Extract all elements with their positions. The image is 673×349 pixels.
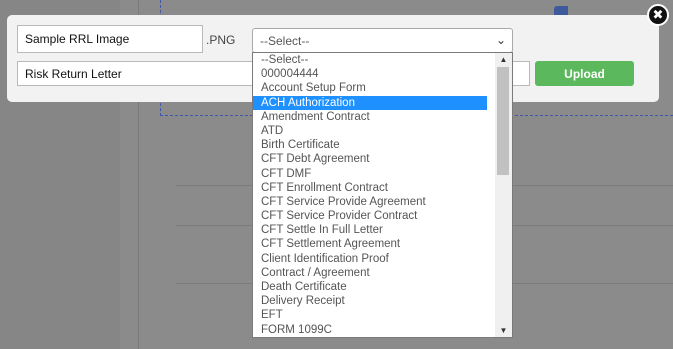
document-type-dropdown-list: --Select-- 000004444 Account Setup Form ACH… [252,52,513,338]
dropdown-option[interactable]: --Select-- [253,53,487,67]
upload-button[interactable]: Upload [535,61,634,86]
dropdown-option[interactable]: CFT Service Provide Agreement [253,195,487,209]
dropdown-option[interactable]: Contract / Agreement [253,266,487,280]
close-icon[interactable]: ✖ [647,4,669,26]
dropdown-scrollbar[interactable]: ▲ ▼ [495,53,512,337]
dropdown-option[interactable]: ACH Authorization [253,95,487,110]
document-type-select[interactable]: --Select-- ⌄ [252,28,513,53]
dropdown-option[interactable]: CFT Debt Agreement [253,152,487,166]
chevron-down-icon: ⌄ [495,33,506,47]
dropdown-option[interactable]: CFT Service Provider Contract [253,209,487,223]
dropdown-option[interactable]: CFT DMF [253,167,487,181]
dropdown-option[interactable]: Delivery Receipt [253,294,487,308]
scroll-thumb[interactable] [497,67,509,175]
dropdown-option[interactable]: Client Identification Proof [253,252,487,266]
scroll-down-icon[interactable]: ▼ [495,324,512,337]
dropdown-option[interactable]: 000004444 [253,67,487,81]
scroll-up-icon[interactable]: ▲ [495,53,512,66]
dropdown-option[interactable]: Birth Certificate [253,138,487,152]
dropdown-option[interactable]: Death Certificate [253,280,487,294]
document-name-input[interactable]: Sample RRL Image [17,25,203,53]
dropdown-option[interactable]: EFT [253,308,487,322]
dropdown-option[interactable]: Amendment Contract [253,110,487,124]
dropdown-options: --Select-- 000004444 Account Setup Form ACH… [253,53,512,337]
document-type-select-value: --Select-- [260,33,310,48]
dropdown-option[interactable]: Account Setup Form [253,81,487,95]
file-extension-label: .PNG [206,33,236,47]
dropdown-option[interactable]: CFT Settle In Full Letter [253,223,487,237]
dropdown-option[interactable]: CFT Enrollment Contract [253,181,487,195]
dropdown-option[interactable]: CFT Settlement Agreement [253,237,487,251]
dropdown-option[interactable]: FORM 1099C [253,323,487,337]
dropdown-option[interactable]: ATD [253,124,487,138]
